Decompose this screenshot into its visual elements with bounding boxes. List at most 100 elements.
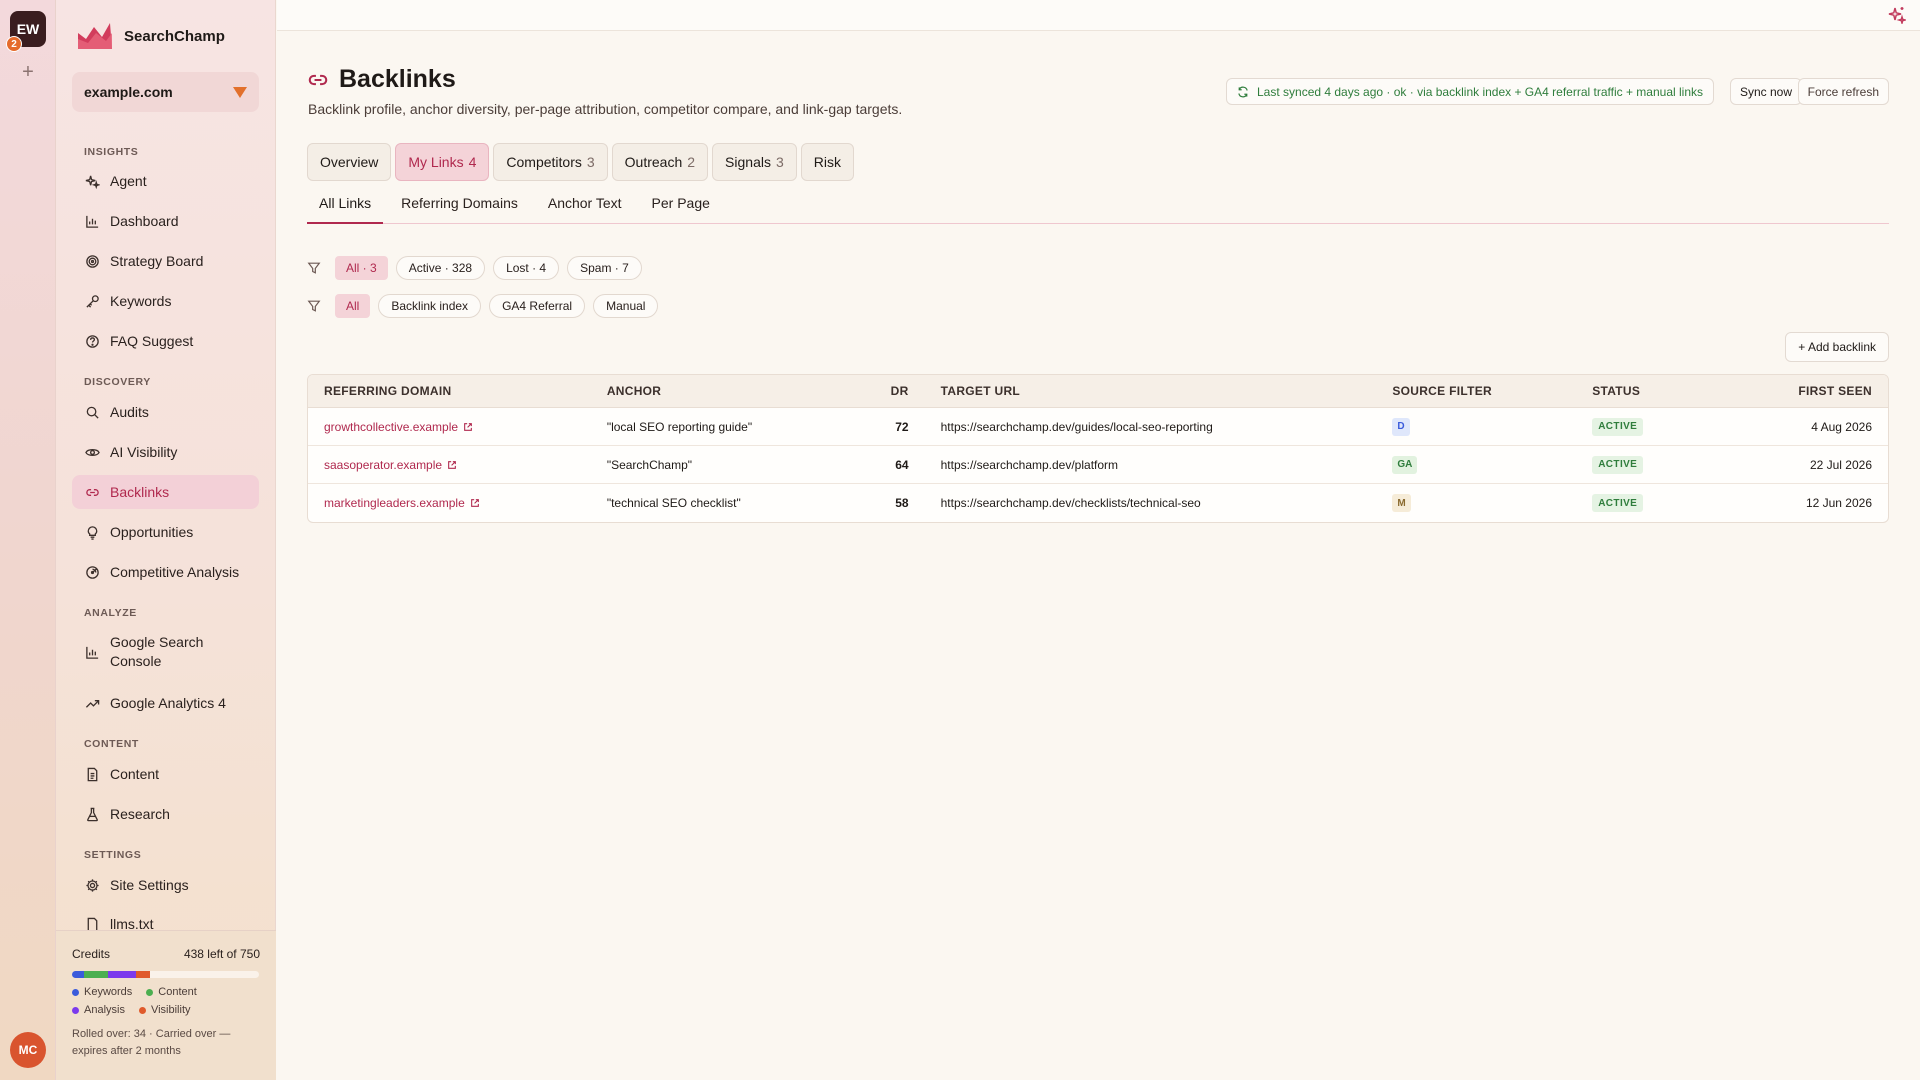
link-icon	[84, 484, 100, 500]
external-link-icon	[470, 499, 479, 507]
sync-status: Last synced 4 days ago · ok · via backli…	[1226, 78, 1714, 105]
tab-signals[interactable]: Signals 3	[712, 143, 797, 181]
external-link-icon	[464, 422, 472, 431]
sidebar-item-site-settings[interactable]: Site Settings	[72, 868, 259, 902]
add-workspace-icon[interactable]: +	[18, 62, 38, 82]
filter-icon	[307, 300, 321, 312]
subtab-per-page[interactable]: Per Page	[640, 193, 722, 224]
sync-now-button[interactable]: Sync now	[1729, 78, 1802, 105]
filter-chip-all[interactable]: All · 3	[335, 256, 388, 280]
status-badge: ACTIVE	[1592, 417, 1644, 436]
credits-rollover-note: Rolled over: 34 · Carried over — expires …	[72, 1028, 231, 1057]
credits-remaining: 438 left of 750	[183, 947, 260, 961]
filter-chip-active[interactable]: Active · 328	[395, 256, 486, 280]
sidebar-item-llms-txt[interactable]: llms.txt	[72, 908, 259, 932]
sidebar-item-label: Site Settings	[110, 877, 189, 893]
ai-sparkle-icon[interactable]	[1888, 6, 1906, 24]
source-filter-row: All Backlink index GA4 Referral Manual	[307, 294, 659, 318]
first-seen-date: 12 Jun 2026	[1805, 496, 1872, 510]
referring-domain-link[interactable]: saasoperator.example	[324, 458, 457, 472]
tab-my-links[interactable]: My Links 4	[395, 143, 490, 181]
sidebar-item-label: Agent	[110, 173, 147, 189]
subtab-all-links[interactable]: All Links	[307, 193, 384, 224]
table-row[interactable]: growthcollective.example "local SEO repo…	[308, 408, 1888, 446]
bar-chart-icon	[84, 644, 100, 660]
sidebar-item-keywords[interactable]: Keywords	[72, 284, 259, 318]
source-chip-all[interactable]: All	[335, 294, 371, 318]
sidebar-item-audits[interactable]: Audits	[72, 395, 259, 429]
brand-logo-icon	[78, 23, 112, 49]
sidebar-item-google-analytics-4[interactable]: Google Analytics 4	[72, 686, 259, 720]
sidebar-item-backlinks[interactable]: Backlinks	[72, 475, 259, 509]
document-icon	[84, 766, 100, 782]
source-chip-ga4-referral[interactable]: GA4 Referral	[489, 294, 586, 318]
nav-section-content: CONTENT	[84, 738, 139, 750]
status-filter-row: All · 3 Active · 328 Lost · 4 Spam · 7	[307, 256, 642, 280]
tab-outreach[interactable]: Outreach 2	[611, 143, 709, 181]
source-chip-manual[interactable]: Manual	[593, 294, 659, 318]
sidebar-item-label: Dashboard	[110, 213, 179, 229]
referring-domain-link[interactable]: growthcollective.example	[324, 420, 473, 434]
force-refresh-button[interactable]: Force refresh	[1797, 78, 1889, 105]
flask-icon	[84, 806, 100, 822]
add-backlink-button[interactable]: + Add backlink	[1785, 332, 1889, 362]
col-target-url[interactable]: TARGET URL	[913, 384, 1377, 398]
col-dr[interactable]: DR	[853, 384, 913, 398]
help-circle-icon	[84, 333, 100, 349]
source-badge: M	[1392, 494, 1411, 512]
filter-chip-spam[interactable]: Spam · 7	[567, 256, 642, 280]
sidebar-item-content[interactable]: Content	[72, 757, 259, 791]
sidebar-item-google-search-console[interactable]: Google Search Console	[72, 630, 259, 674]
page-title: Backlinks	[339, 65, 456, 93]
subtab-referring-domains[interactable]: Referring Domains	[389, 193, 530, 224]
sidebar-item-research[interactable]: Research	[72, 797, 259, 831]
link-icon	[308, 74, 328, 85]
col-first-seen[interactable]: FIRST SEEN	[1726, 384, 1888, 398]
page-subtitle: Backlink profile, anchor diversity, per-…	[308, 101, 903, 117]
sidebar-item-label: AI Visibility	[110, 444, 178, 460]
sidebar-item-faq-suggest[interactable]: FAQ Suggest	[72, 324, 259, 358]
legend-visibility: Visibility	[138, 1004, 191, 1016]
brand[interactable]: SearchChamp	[76, 16, 225, 56]
sidebar-item-dashboard[interactable]: Dashboard	[72, 204, 259, 238]
col-source-filter[interactable]: SOURCE FILTER	[1376, 384, 1576, 398]
status-badge: ACTIVE	[1592, 455, 1644, 474]
tab-competitors[interactable]: Competitors 3	[493, 143, 608, 181]
nav-section-insights: INSIGHTS	[84, 146, 139, 158]
tab-risk[interactable]: Risk	[800, 143, 854, 181]
main-content: Backlinks Backlink profile, anchor diver…	[277, 31, 1920, 1080]
tab-overview[interactable]: Overview	[307, 143, 392, 181]
referring-domain-link[interactable]: marketingleaders.example	[324, 496, 480, 510]
target-url: https://searchchamp.dev/checklists/techn…	[940, 496, 1201, 510]
anchor-text: "technical SEO checklist"	[606, 496, 741, 510]
sidebar-item-label: Competitive Analysis	[110, 564, 240, 580]
sidebar-item-label: Strategy Board	[110, 253, 204, 269]
credits-segment-keywords	[72, 971, 84, 978]
credits-segment-visibility	[136, 971, 150, 978]
sidebar-item-competitive-analysis[interactable]: Competitive Analysis	[72, 555, 259, 589]
sidebar-item-strategy-board[interactable]: Strategy Board	[72, 244, 259, 278]
sidebar-item-opportunities[interactable]: Opportunities	[72, 515, 259, 549]
gsc-label-line1: Google Search	[110, 634, 204, 650]
sidebar-item-label: Research	[110, 806, 170, 822]
sidebar-item-agent[interactable]: Agent	[72, 164, 259, 198]
anchor-text: "local SEO reporting guide"	[606, 419, 753, 434]
site-selector-value: example.com	[84, 84, 173, 100]
table-row[interactable]: marketingleaders.example "technical SEO …	[308, 484, 1888, 522]
credits-segment-content	[83, 971, 108, 978]
col-referring-domain[interactable]: REFERRING DOMAIN	[308, 384, 593, 398]
page-header: Backlinks	[307, 65, 456, 94]
subtab-anchor-text[interactable]: Anchor Text	[536, 193, 634, 224]
site-selector[interactable]: example.com	[72, 72, 259, 112]
user-avatar[interactable]: MC	[10, 1032, 46, 1068]
sidebar-item-label: Google Analytics 4	[110, 695, 226, 711]
filter-chip-lost[interactable]: Lost · 4	[493, 256, 560, 280]
sidebar-item-ai-visibility[interactable]: AI Visibility	[72, 435, 259, 469]
first-seen-date: 22 Jul 2026	[1809, 457, 1872, 472]
source-chip-backlink-index[interactable]: Backlink index	[378, 294, 482, 318]
external-link-icon	[448, 460, 456, 469]
col-anchor[interactable]: ANCHOR	[593, 384, 853, 398]
col-status[interactable]: STATUS	[1576, 384, 1726, 398]
table-row[interactable]: saasoperator.example "SearchChamp" 64 ht…	[308, 446, 1888, 484]
credits-legend: Keywords Content	[72, 986, 260, 998]
